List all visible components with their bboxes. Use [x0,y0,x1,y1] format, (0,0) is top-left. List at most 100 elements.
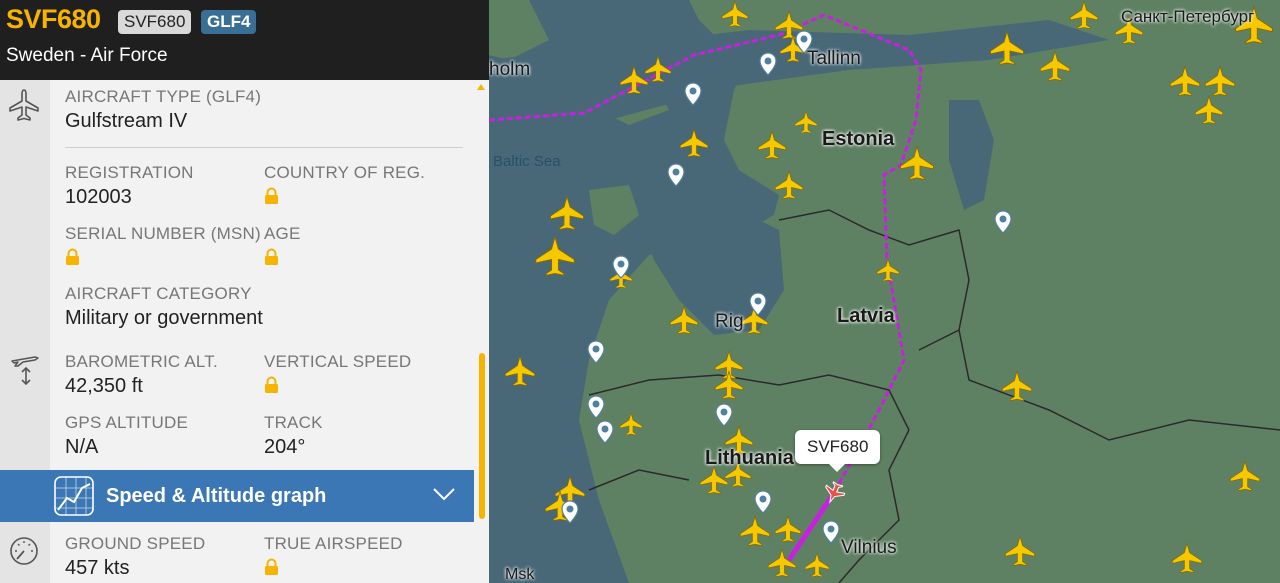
lock-icon[interactable] [65,248,80,266]
aircraft-marker[interactable] [1194,95,1224,125]
aircraft-marker[interactable] [1001,370,1033,402]
scrollbar-thumb[interactable] [479,353,485,519]
lock-icon[interactable] [264,187,279,205]
aircraft-marker[interactable] [699,465,729,495]
callsign-badge: SVF680 [118,10,192,34]
aircraft-marker[interactable] [900,146,934,180]
flight-details-panel: SVF680 SVF680 GLF4 Sweden - Air Force AI… [0,0,489,583]
airport-pin-icon[interactable] [684,82,702,106]
aircraft-marker[interactable] [644,55,672,83]
aircraft-marker[interactable] [721,0,749,28]
country-label-estonia: Estonia [822,128,895,150]
aircraft-marker[interactable] [990,31,1024,65]
airport-pin-icon[interactable] [596,420,614,444]
vertical-speed-label: VERTICAL SPEED [264,352,412,371]
aircraft-marker[interactable] [619,65,649,95]
aircraft-marker[interactable] [1229,460,1261,492]
city-label-stockholm: holm [489,59,531,80]
airport-pin-icon[interactable] [715,403,733,427]
aircraft-marker[interactable] [550,196,584,230]
altitude-icon [11,356,39,386]
aircraft-marker[interactable] [535,236,575,276]
operator-name: Sweden - Air Force [6,45,168,66]
barometric-altitude-label: BAROMETRIC ALT. [65,352,218,371]
ground-speed-value: 457 kts [65,557,130,579]
ground-speed-label: GROUND SPEED [65,534,206,553]
registration-field: REGISTRATION 102003 [65,163,194,209]
scroll-up-arrow[interactable] [477,84,485,90]
country-label-lithuania: Lithuania [705,447,794,469]
traffic-layer [504,0,1273,578]
country-field: COUNTRY OF REG. [264,163,425,210]
city-label-tallinn: Tallinn [807,48,861,69]
flight-header: SVF680 SVF680 GLF4 Sweden - Air Force [0,0,489,80]
airport-pin-icon[interactable] [667,163,685,187]
aircraft-marker[interactable] [767,548,797,578]
airport-pin-icon[interactable] [759,52,777,76]
airport-pin-icon[interactable] [822,520,840,544]
track-value: 204° [264,436,306,458]
divider [65,147,463,148]
aircraft-type-value: Gulfstream IV [65,110,188,132]
city-label-minsk: Мsk [505,566,535,583]
graph-label: Speed & Altitude graph [106,485,327,507]
aircraft-category-field: AIRCRAFT CATEGORY Military or government [65,284,263,330]
gps-altitude-field: GPS ALTITUDE N/A [65,413,188,459]
sea-label-baltic: Baltic Sea [493,153,561,170]
serial-number-field: SERIAL NUMBER (MSN) [65,224,261,271]
aircraft-marker[interactable] [739,515,771,547]
country-label: COUNTRY OF REG. [264,163,426,182]
aircraft-marker[interactable] [794,110,818,134]
aircraft-marker[interactable] [876,258,900,282]
aircraft-category-value: Military or government [65,307,263,329]
aircraft-marker[interactable] [1069,0,1099,30]
airport-pin-icon[interactable] [754,490,772,514]
city-label-saint-petersburg: Санкт-Петербург [1121,7,1255,26]
aircraft-marker[interactable] [1171,542,1203,574]
city-label-vilnius: Vilnius [841,537,897,558]
aircraft-marker[interactable] [504,355,536,387]
aircraft-marker[interactable] [1004,535,1036,567]
aircraft-marker[interactable] [774,170,804,200]
speed-altitude-graph-toggle[interactable]: Speed & Altitude graph [0,470,474,522]
flight-map[interactable]: Tallinn Estonia Latvia Rig Lithuania Vil… [489,0,1280,583]
aircraft-marker[interactable] [757,130,787,160]
aircraft-marker[interactable] [1169,65,1201,97]
country-label-latvia: Latvia [837,305,895,327]
aircraft-marker[interactable] [679,128,709,158]
age-label: AGE [264,224,301,243]
flight-tooltip[interactable]: SVF680 [795,430,881,472]
aircraft-type-field: AIRCRAFT TYPE (GLF4) Gulfstream IV [65,87,261,133]
airport-pin-icon[interactable] [587,395,605,419]
aircraft-marker[interactable] [1204,65,1236,97]
lock-icon[interactable] [264,376,279,394]
airport-pin-icon[interactable] [612,255,630,279]
vertical-speed-field: VERTICAL SPEED [264,352,411,399]
track-field: TRACK 204° [264,413,323,459]
graph-icon [54,476,94,516]
lock-icon[interactable] [264,558,279,576]
aircraft-type-badge: GLF4 [201,10,257,34]
airport-pin-icon[interactable] [994,210,1012,234]
aircraft-marker[interactable] [774,515,802,543]
registration-value: 102003 [65,186,132,208]
aircraft-marker[interactable] [1039,50,1071,82]
track-label: TRACK [264,413,323,432]
aircraft-category-label: AIRCRAFT CATEGORY [65,284,252,303]
registration-label: REGISTRATION [65,163,194,182]
true-airspeed-field: TRUE AIRSPEED [264,534,403,581]
airport-pin-icon[interactable] [587,340,605,364]
serial-number-label: SERIAL NUMBER (MSN) [65,224,261,243]
aircraft-marker[interactable] [669,305,699,335]
lock-icon[interactable] [264,248,279,266]
gps-altitude-value: N/A [65,436,99,458]
ground-speed-field: GROUND SPEED 457 kts [65,534,205,580]
barometric-altitude-value: 42,350 ft [65,375,143,397]
chevron-down-icon[interactable] [432,486,456,502]
barometric-altitude-field: BAROMETRIC ALT. 42,350 ft [65,352,218,398]
gps-altitude-label: GPS ALTITUDE [65,413,189,432]
aircraft-marker[interactable] [619,412,643,436]
aircraft-marker[interactable] [714,370,744,400]
speedometer-icon [10,537,38,565]
aircraft-marker[interactable] [804,552,830,578]
